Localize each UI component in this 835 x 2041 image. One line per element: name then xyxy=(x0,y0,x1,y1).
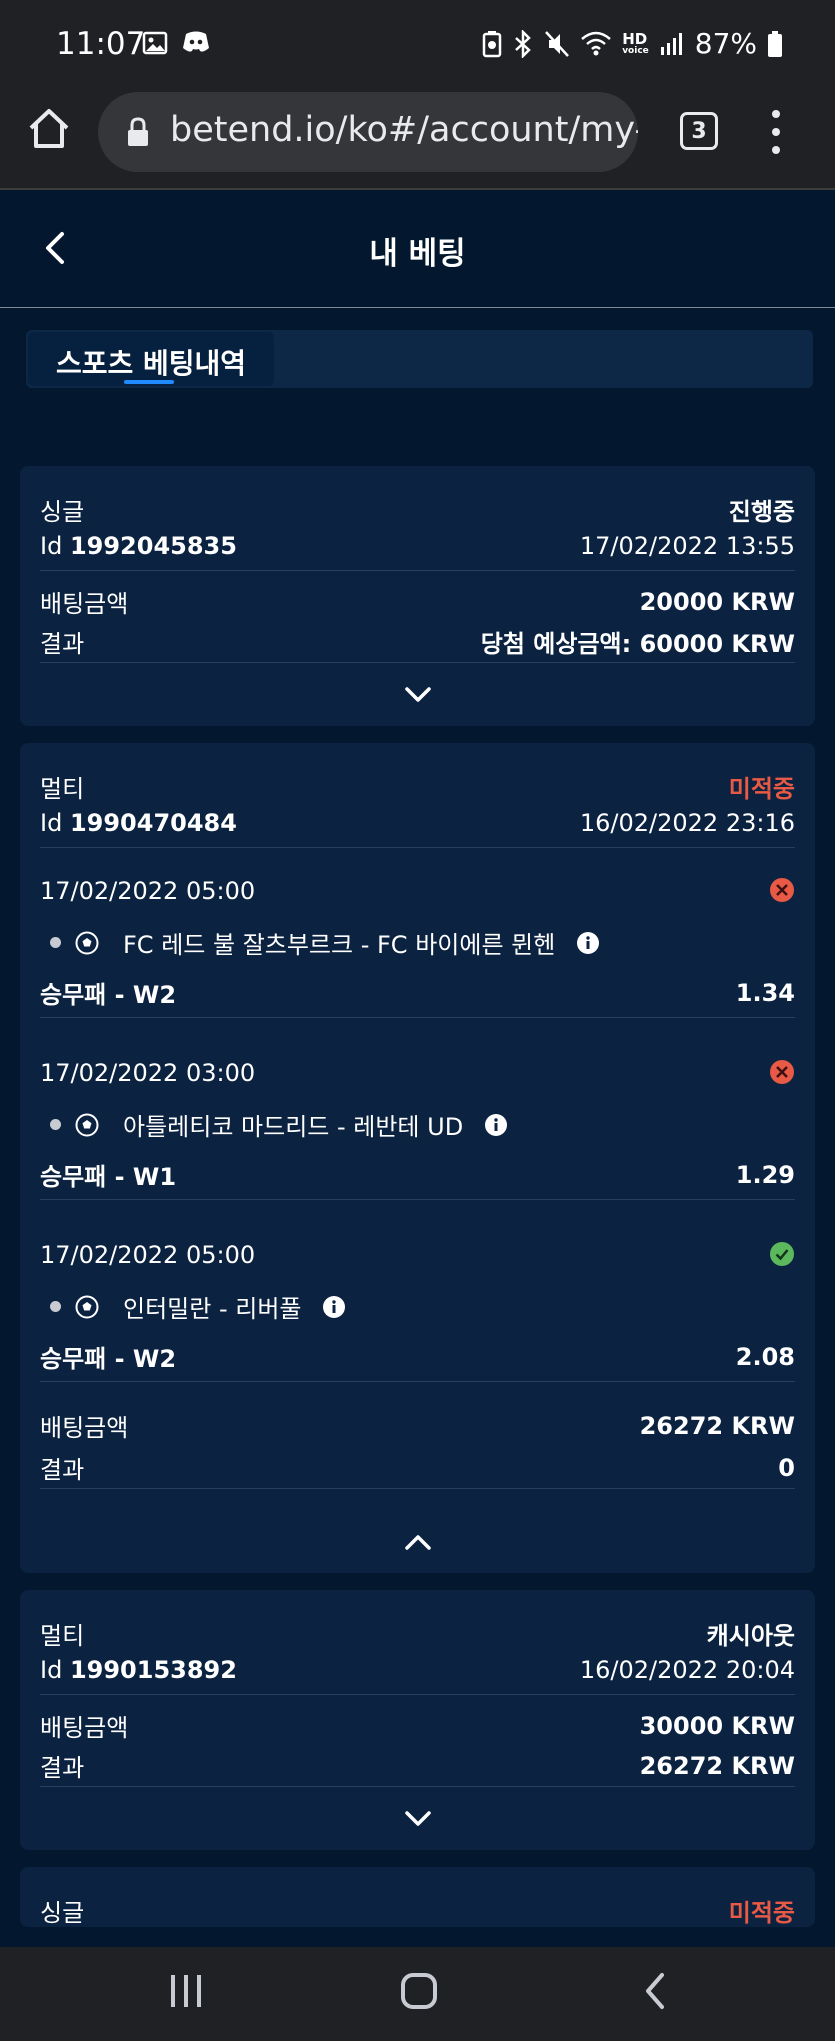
lost-icon xyxy=(770,1060,794,1084)
tab-sports-bet-history[interactable]: 스포츠 베팅내역 xyxy=(28,332,274,386)
info-icon[interactable] xyxy=(323,1295,346,1318)
leg-match: 아틀레티코 마드리드 - 레반테 UD xyxy=(50,1107,795,1142)
recycle-battery-icon xyxy=(482,30,502,57)
bet-type: 싱글 xyxy=(40,498,85,526)
bet-history-tabs: 스포츠 베팅내역 xyxy=(26,330,813,388)
chevron-down-icon[interactable] xyxy=(404,686,432,704)
lock-icon xyxy=(128,117,148,146)
market: 승무패 - W2 xyxy=(40,981,177,1009)
stake-value: 20000 KRW xyxy=(639,587,795,616)
market: 승무패 - W2 xyxy=(40,1345,177,1373)
bet-datetime: 16/02/2022 23:16 xyxy=(579,809,795,837)
leg-header: 17/02/2022 03:00 xyxy=(40,1059,795,1087)
tab-label: 스포츠 베팅내역 xyxy=(56,347,247,380)
bluetooth-icon xyxy=(515,29,531,58)
status-time: 11:07 xyxy=(56,26,146,62)
soccer-ball-icon xyxy=(75,1113,99,1136)
stake-label: 배팅금액 xyxy=(40,1414,129,1442)
info-icon[interactable] xyxy=(485,1113,508,1136)
bet-type: 싱글 xyxy=(40,1899,85,1927)
won-icon xyxy=(770,1242,794,1266)
signal-icon xyxy=(660,32,682,55)
tab-active-indicator xyxy=(124,380,174,384)
leg-match: FC 레드 불 잘츠부르크 - FC 바이에른 뮌헨 xyxy=(50,925,795,960)
bet-id: Id 1992045835 xyxy=(40,532,237,560)
back-nav-icon[interactable] xyxy=(640,1971,670,2015)
recent-apps-icon[interactable] xyxy=(168,1971,204,2015)
discord-icon xyxy=(183,31,209,52)
more-menu-icon[interactable] xyxy=(766,110,786,154)
tab-switcher-button[interactable]: 3 xyxy=(680,112,718,150)
chevron-down-icon[interactable] xyxy=(404,1810,432,1828)
leg-match: 인터밀란 - 리버풀 xyxy=(50,1289,795,1324)
bet-type: 멀티 xyxy=(40,775,85,803)
browser-toolbar: betend.io/ko#/account/my-b 3 xyxy=(0,92,835,190)
bet-datetime: 16/02/2022 20:04 xyxy=(579,1656,795,1684)
result-value: 0 xyxy=(778,1453,795,1482)
battery-icon xyxy=(768,30,782,57)
bet-card: 멀티 캐시아웃 Id 1990153892 16/02/2022 20:04 배… xyxy=(20,1590,815,1850)
leg-datetime: 17/02/2022 05:00 xyxy=(40,1241,256,1269)
home-nav-icon[interactable] xyxy=(400,1971,440,2015)
url-text: betend.io/ko#/account/my-b xyxy=(170,110,638,150)
battery-percent: 87% xyxy=(694,27,757,60)
odds: 1.29 xyxy=(735,1160,795,1189)
soccer-ball-icon xyxy=(75,931,99,954)
bet-status: 미적중 xyxy=(728,1899,795,1927)
result-label: 결과 xyxy=(40,630,85,658)
leg-datetime: 17/02/2022 03:00 xyxy=(40,1059,256,1087)
lost-icon xyxy=(770,878,794,902)
result-value: 당첨 예상금액: 60000 KRW xyxy=(480,630,795,658)
bet-id: Id 1990470484 xyxy=(40,809,237,837)
chevron-up-icon[interactable] xyxy=(404,1533,432,1551)
stake-value: 26272 KRW xyxy=(639,1411,795,1440)
soccer-ball-icon xyxy=(75,1295,99,1318)
bet-id: Id 1990153892 xyxy=(40,1656,237,1684)
hd-voice-icon: HD voice xyxy=(622,29,649,56)
page-title: 내 베팅 xyxy=(369,236,466,272)
result-label: 결과 xyxy=(40,1456,85,1484)
system-nav-bar xyxy=(0,1947,835,2041)
leg-datetime: 17/02/2022 05:00 xyxy=(40,877,256,905)
mute-icon xyxy=(545,30,570,57)
match-name: FC 레드 불 잘츠부르크 - FC 바이에른 뮌헨 xyxy=(123,931,556,959)
market: 승무패 - W1 xyxy=(40,1163,177,1191)
stake-label: 배팅금액 xyxy=(40,590,129,618)
status-bar: 11:07 HD voice 87% xyxy=(0,0,835,92)
gallery-icon xyxy=(142,31,168,55)
bet-status: 캐시아웃 xyxy=(706,1622,795,1650)
odds: 2.08 xyxy=(735,1342,795,1371)
live-dot xyxy=(50,1119,61,1130)
stake-value: 30000 KRW xyxy=(639,1711,795,1740)
stake-label: 배팅금액 xyxy=(40,1714,129,1742)
bet-datetime: 17/02/2022 13:55 xyxy=(579,532,795,560)
home-icon[interactable] xyxy=(26,106,72,152)
result-value: 26272 KRW xyxy=(639,1751,795,1780)
bet-card: 멀티 미적중 Id 1990470484 16/02/2022 23:16 17… xyxy=(20,743,815,1573)
bet-status: 미적중 xyxy=(728,775,795,803)
live-dot xyxy=(50,937,61,948)
bet-status: 진행중 xyxy=(728,498,795,526)
odds: 1.34 xyxy=(735,978,795,1007)
live-dot xyxy=(50,1301,61,1312)
bet-card: 싱글 미적중 xyxy=(20,1867,815,1927)
bet-card: 싱글 진행중 Id 1992045835 17/02/2022 13:55 배팅… xyxy=(20,466,815,726)
wifi-icon xyxy=(581,31,612,55)
result-label: 결과 xyxy=(40,1754,85,1782)
page-header: 내 베팅 xyxy=(0,190,835,308)
info-icon[interactable] xyxy=(577,931,600,954)
bet-type: 멀티 xyxy=(40,1622,85,1650)
url-bar[interactable]: betend.io/ko#/account/my-b xyxy=(98,92,638,172)
leg-header: 17/02/2022 05:00 xyxy=(40,877,795,905)
leg-header: 17/02/2022 05:00 xyxy=(40,1241,795,1269)
match-name: 아틀레티코 마드리드 - 레반테 UD xyxy=(123,1113,464,1141)
match-name: 인터밀란 - 리버풀 xyxy=(123,1295,302,1323)
